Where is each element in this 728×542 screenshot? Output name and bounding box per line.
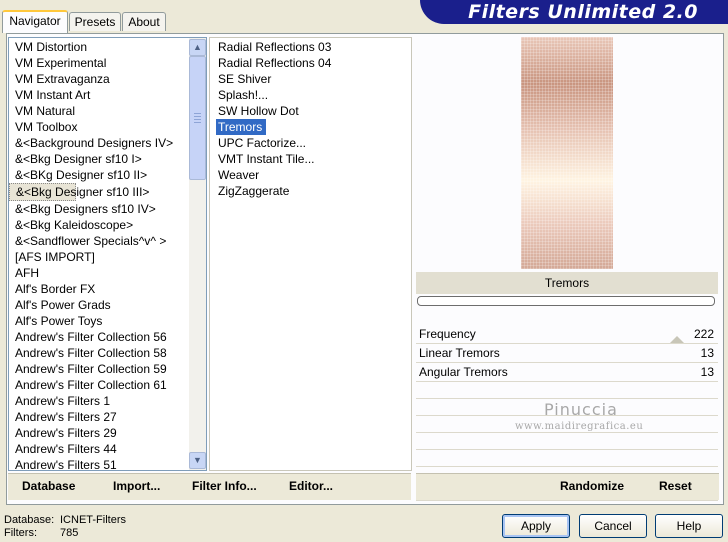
apply-button[interactable]: Apply bbox=[502, 514, 570, 538]
status-database-label: Database: bbox=[4, 514, 55, 526]
category-item[interactable]: VM Distortion bbox=[9, 39, 206, 55]
param-value: 13 bbox=[700, 365, 714, 379]
preview-image bbox=[521, 37, 613, 269]
category-item-selected[interactable]: &<Bkg Designer sf10 III> bbox=[9, 183, 149, 201]
category-item[interactable]: &<Background Designers IV> bbox=[9, 135, 206, 151]
cancel-button[interactable]: Cancel bbox=[579, 514, 647, 538]
watermark-url: www.maidiregrafica.eu bbox=[515, 421, 644, 432]
category-list[interactable]: VM Distortion VM Experimental VM Extravaga… bbox=[8, 37, 207, 471]
filter-item[interactable]: Weaver bbox=[216, 167, 259, 183]
empty-param-row bbox=[416, 433, 718, 450]
filter-item[interactable]: ZigZaggerate bbox=[216, 183, 289, 199]
category-item[interactable]: Alf's Power Grads bbox=[9, 297, 206, 313]
category-item[interactable]: Alf's Power Toys bbox=[9, 313, 206, 329]
reset-button[interactable]: Reset bbox=[659, 479, 692, 493]
tab-navigator[interactable]: Navigator bbox=[2, 10, 68, 33]
category-item[interactable]: VM Natural bbox=[9, 103, 206, 119]
filter-info-button[interactable]: Filter Info... bbox=[192, 479, 257, 493]
filter-item[interactable]: UPC Factorize... bbox=[216, 135, 306, 151]
preview-area bbox=[416, 37, 718, 271]
param-label: Angular Tremors bbox=[419, 365, 508, 379]
filter-item[interactable]: Splash!... bbox=[216, 87, 268, 103]
param-frequency[interactable]: Frequency 222 bbox=[416, 325, 718, 344]
category-item[interactable]: VM Instant Art bbox=[9, 87, 206, 103]
scroll-down-button[interactable]: ▼ bbox=[189, 452, 206, 469]
empty-param-row bbox=[416, 382, 718, 399]
category-item[interactable]: Andrew's Filter Collection 59 bbox=[9, 361, 206, 377]
filter-item[interactable]: SW Hollow Dot bbox=[216, 103, 299, 119]
category-item[interactable]: &<BKg Designer sf10 II> bbox=[9, 167, 206, 183]
watermark-name: Pinuccia bbox=[544, 400, 618, 419]
category-item[interactable]: &<Bkg Designers sf10 IV> bbox=[9, 201, 206, 217]
category-scrollbar[interactable]: ▲ ▼ bbox=[189, 38, 206, 470]
filter-item[interactable]: Radial Reflections 03 bbox=[216, 39, 331, 55]
category-item[interactable]: &<Bkg Kaleidoscope> bbox=[9, 217, 206, 233]
scroll-thumb[interactable] bbox=[189, 56, 206, 180]
param-angular-tremors[interactable]: Angular Tremors 13 bbox=[416, 363, 718, 382]
filter-item[interactable]: VMT Instant Tile... bbox=[216, 151, 314, 167]
empty-param-row bbox=[416, 450, 718, 467]
filter-item[interactable]: SE Shiver bbox=[216, 71, 271, 87]
category-item[interactable]: [AFS IMPORT] bbox=[9, 249, 206, 265]
tab-presets[interactable]: Presets bbox=[69, 12, 121, 31]
filter-list[interactable]: Radial Reflections 03 Radial Reflections … bbox=[209, 37, 412, 471]
param-linear-tremors[interactable]: Linear Tremors 13 bbox=[416, 344, 718, 363]
database-button[interactable]: Database bbox=[22, 479, 75, 493]
app-title: Filters Unlimited 2.0 bbox=[468, 1, 698, 23]
title-banner: Filters Unlimited 2.0 bbox=[420, 0, 728, 24]
status-database-value: ICNET-Filters bbox=[60, 514, 126, 526]
status-filters: Filters: 785 bbox=[4, 527, 78, 539]
category-item[interactable]: Andrew's Filter Collection 56 bbox=[9, 329, 206, 345]
help-button[interactable]: Help bbox=[655, 514, 723, 538]
category-item[interactable]: VM Extravaganza bbox=[9, 71, 206, 87]
status-database: Database: ICNET-Filters bbox=[4, 514, 126, 526]
category-item[interactable]: VM Experimental bbox=[9, 55, 206, 71]
category-items: VM Distortion VM Experimental VM Extravaga… bbox=[9, 38, 206, 470]
slider-marker-icon[interactable] bbox=[670, 336, 684, 343]
category-item[interactable]: VM Toolbox bbox=[9, 119, 206, 135]
status-filters-value: 785 bbox=[60, 527, 79, 539]
filter-items: Radial Reflections 03 Radial Reflections … bbox=[210, 38, 411, 199]
category-item[interactable]: AFH bbox=[9, 265, 206, 281]
status-filters-label: Filters: bbox=[4, 527, 37, 539]
param-label: Frequency bbox=[419, 327, 476, 341]
progress-bar bbox=[417, 296, 715, 306]
randomize-button[interactable]: Randomize bbox=[560, 479, 624, 493]
editor-button[interactable]: Editor... bbox=[289, 479, 333, 493]
category-item[interactable]: Andrew's Filter Collection 61 bbox=[9, 377, 206, 393]
scroll-up-button[interactable]: ▲ bbox=[189, 39, 206, 56]
category-item[interactable]: Andrew's Filters 27 bbox=[9, 409, 206, 425]
preview-filter-name: Tremors bbox=[416, 272, 718, 294]
category-item[interactable]: &<Sandflower Specials^v^ > bbox=[9, 233, 206, 249]
param-label: Linear Tremors bbox=[419, 346, 500, 360]
category-item[interactable]: Andrew's Filters 44 bbox=[9, 441, 206, 457]
category-item[interactable]: Alf's Border FX bbox=[9, 281, 206, 297]
param-value: 222 bbox=[693, 327, 714, 341]
tab-about[interactable]: About bbox=[122, 12, 166, 31]
category-item[interactable]: &<Bkg Designer sf10 I> bbox=[9, 151, 206, 167]
left-button-strip: Database Import... Filter Info... Editor… bbox=[8, 473, 411, 500]
filter-item[interactable]: Radial Reflections 04 bbox=[216, 55, 331, 71]
param-value: 13 bbox=[700, 346, 714, 360]
import-button[interactable]: Import... bbox=[113, 479, 160, 493]
category-item[interactable]: Andrew's Filters 51 bbox=[9, 457, 206, 470]
category-item[interactable]: Andrew's Filters 29 bbox=[9, 425, 206, 441]
category-item[interactable]: Andrew's Filters 1 bbox=[9, 393, 206, 409]
category-item[interactable]: Andrew's Filter Collection 58 bbox=[9, 345, 206, 361]
right-button-strip: Randomize Reset bbox=[416, 473, 719, 500]
filter-item-selected[interactable]: Tremors bbox=[216, 119, 267, 135]
